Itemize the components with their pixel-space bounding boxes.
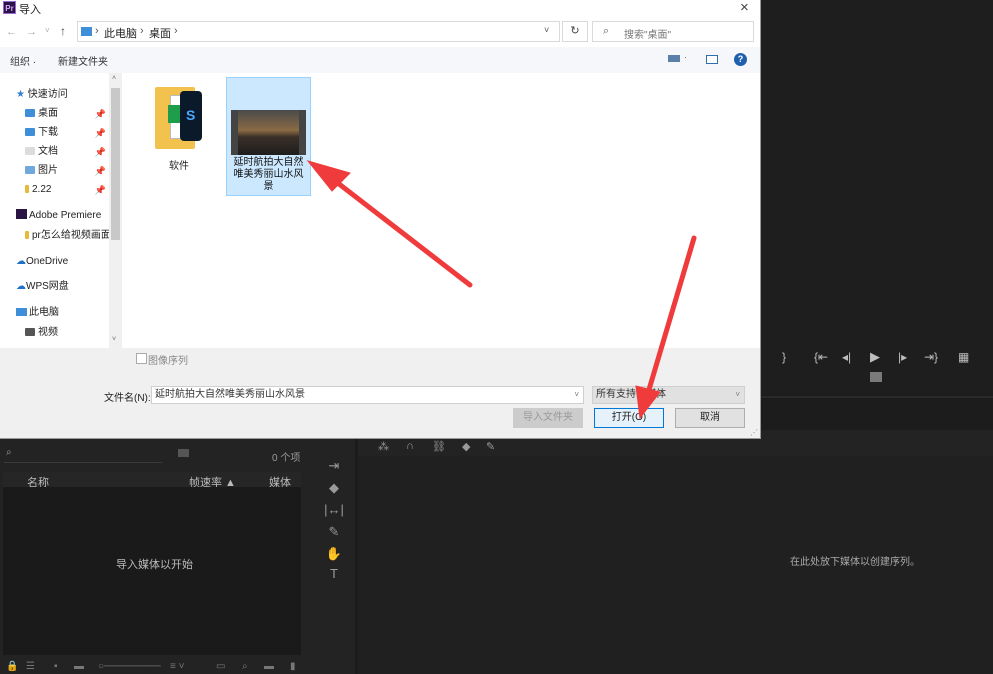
arrow-to-open-head — [635, 385, 661, 420]
arrow-to-open-line — [645, 235, 697, 396]
arrow-to-video-line — [327, 174, 473, 288]
annotation-arrows — [306, 160, 697, 420]
